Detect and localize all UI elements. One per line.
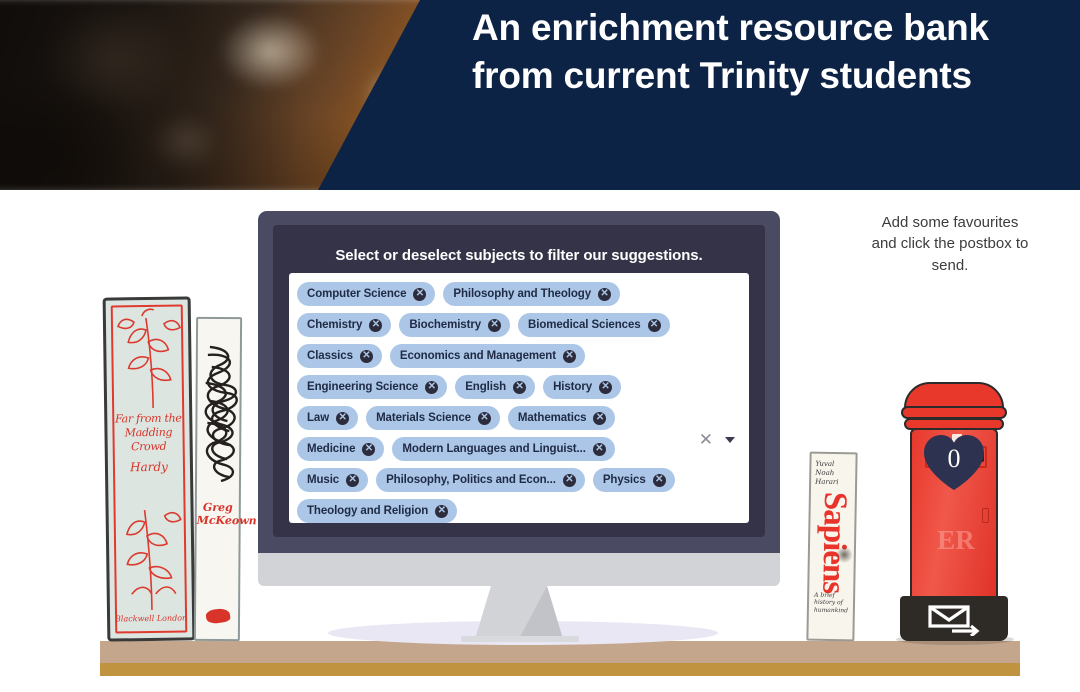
subject-chip[interactable]: Economics and Management ✕: [389, 344, 585, 368]
subject-chip-label: Biochemistry: [409, 319, 482, 331]
page-root: An enrichment resource bank from current…: [0, 0, 1080, 692]
favourites-count: 0: [947, 444, 961, 473]
subject-chip[interactable]: Philosophy and Theology ✕: [443, 282, 620, 306]
close-circle-icon[interactable]: ✕: [362, 442, 376, 456]
subject-chip[interactable]: Mathematics ✕: [507, 406, 616, 430]
close-circle-icon[interactable]: ✕: [652, 473, 666, 487]
close-circle-icon[interactable]: ✕: [647, 318, 661, 332]
book-essentialism: Greg McKeown: [193, 316, 257, 642]
close-circle-icon[interactable]: ✕: [336, 411, 350, 425]
book-title-text: Sapiens: [815, 491, 854, 593]
close-circle-icon[interactable]: ✕: [592, 442, 606, 456]
close-circle-icon[interactable]: ✕: [413, 287, 427, 301]
scribble-title-illustration: [204, 345, 238, 483]
filter-controls: ✕: [699, 431, 735, 448]
close-circle-icon[interactable]: ✕: [477, 411, 491, 425]
hero-banner: An enrichment resource bank from current…: [0, 0, 1080, 190]
close-circle-icon[interactable]: ✕: [598, 287, 611, 301]
close-circle-icon[interactable]: ✕: [562, 473, 576, 487]
royal-cipher-icon: ER: [937, 525, 975, 555]
subject-chip-label: Music: [307, 474, 340, 486]
monitor-bezel: Select or deselect subjects to filter ou…: [258, 211, 780, 553]
wheat-illustration-bottom: [125, 509, 182, 610]
wheat-illustration-top: [117, 308, 182, 408]
subject-chip[interactable]: Medicine ✕: [297, 437, 385, 461]
subject-chip[interactable]: Law ✕: [297, 406, 359, 430]
subject-chip-label: Computer Science: [307, 288, 407, 300]
close-circle-icon[interactable]: ✕: [599, 380, 612, 394]
close-circle-icon[interactable]: ✕: [593, 411, 607, 425]
shelf-edge: [100, 663, 1020, 676]
subject-chip-list: Computer Science ✕ Philosophy and Theolo…: [297, 282, 685, 523]
close-circle-icon[interactable]: ✕: [359, 349, 373, 363]
close-circle-icon[interactable]: ✕: [488, 318, 502, 332]
subject-chip[interactable]: Music ✕: [297, 468, 369, 492]
subject-chip-label: Theology and Religion: [307, 505, 429, 517]
book-publisher-label: Blackwell London: [114, 613, 188, 624]
page-title: An enrichment resource bank from current…: [472, 7, 989, 97]
close-circle-icon[interactable]: ✕: [425, 380, 439, 394]
monitor-chin: [258, 553, 780, 586]
subject-chip-label: Engineering Science: [307, 381, 419, 393]
subject-chip[interactable]: Computer Science ✕: [297, 282, 436, 306]
close-circle-icon[interactable]: ✕: [346, 473, 360, 487]
subject-chip-label: Philosophy, Politics and Econ...: [386, 474, 556, 486]
book-sapiens: Yuval Noah Harari Sapiens A brief histor…: [806, 451, 858, 642]
subject-chip[interactable]: Materials Science ✕: [366, 406, 500, 430]
desk-shelf: [100, 641, 1020, 676]
subject-chip[interactable]: Classics ✕: [297, 344, 382, 368]
close-circle-icon[interactable]: ✕: [435, 504, 449, 518]
postbox-door-latch: [982, 508, 989, 523]
subject-chip-label: Economics and Management: [399, 350, 556, 362]
subject-chip[interactable]: History ✕: [543, 375, 621, 399]
book-subtitle-label: A brief history of humankind: [813, 591, 849, 615]
clear-all-icon[interactable]: ✕: [699, 431, 713, 448]
send-envelope-icon[interactable]: [928, 604, 980, 636]
book-title-label: Sapiens: [809, 482, 858, 603]
filter-instruction-text: Select or deselect subjects to filter ou…: [335, 247, 703, 264]
subject-chip-label: Physics: [602, 474, 646, 486]
subject-chip-label: Law: [307, 412, 330, 424]
subject-chip-label: Philosophy and Theology: [453, 288, 591, 300]
subject-chip[interactable]: Philosophy, Politics and Econ... ✕: [376, 468, 585, 492]
subject-chip-label: History: [553, 381, 592, 393]
book-title-label: Far from the Madding Crowd: [114, 411, 182, 453]
subject-chip[interactable]: Theology and Religion ✕: [297, 499, 458, 523]
book-cover-mark: [205, 607, 231, 625]
subject-chip-label: Modern Languages and Linguist...: [402, 443, 586, 455]
subject-chip-label: Materials Science: [376, 412, 471, 424]
subject-chip-label: English: [465, 381, 507, 393]
postbox-instruction-text: Add some favourites and click the postbo…: [871, 214, 1029, 274]
subject-chip-label: Chemistry: [307, 319, 363, 331]
subject-chip[interactable]: Engineering Science ✕: [297, 375, 448, 399]
monitor-screen: Select or deselect subjects to filter ou…: [273, 225, 765, 537]
subject-chip-label: Classics: [307, 350, 353, 362]
subject-chip[interactable]: English ✕: [455, 375, 536, 399]
book-author-label: Hardy: [129, 459, 168, 475]
subject-chip[interactable]: Modern Languages and Linguist... ✕: [392, 437, 615, 461]
subject-chip-label: Biomedical Sciences: [528, 319, 641, 331]
subject-chip[interactable]: Biochemistry ✕: [399, 313, 511, 337]
computer-monitor: Select or deselect subjects to filter ou…: [258, 211, 780, 645]
close-circle-icon[interactable]: ✕: [513, 380, 527, 394]
book-far-from-the-madding-crowd: Far from the Madding Crowd Hardy Blackwe…: [102, 296, 196, 642]
chevron-down-icon[interactable]: [725, 436, 735, 443]
monitor-stand-foot: [461, 636, 579, 642]
subject-chip-label: Medicine: [307, 443, 356, 455]
close-circle-icon[interactable]: ✕: [369, 318, 383, 332]
book-author-label: Greg McKeown: [196, 500, 257, 528]
subject-chip[interactable]: Chemistry ✕: [297, 313, 392, 337]
close-circle-icon[interactable]: ✕: [562, 349, 576, 363]
subject-chip-label: Mathematics: [517, 412, 587, 424]
subject-chip[interactable]: Physics ✕: [592, 468, 675, 492]
postbox-send-button[interactable]: ER 0: [898, 382, 1010, 641]
subject-filter-panel[interactable]: Computer Science ✕ Philosophy and Theolo…: [289, 273, 749, 523]
subject-chip[interactable]: Biomedical Sciences ✕: [518, 313, 670, 337]
